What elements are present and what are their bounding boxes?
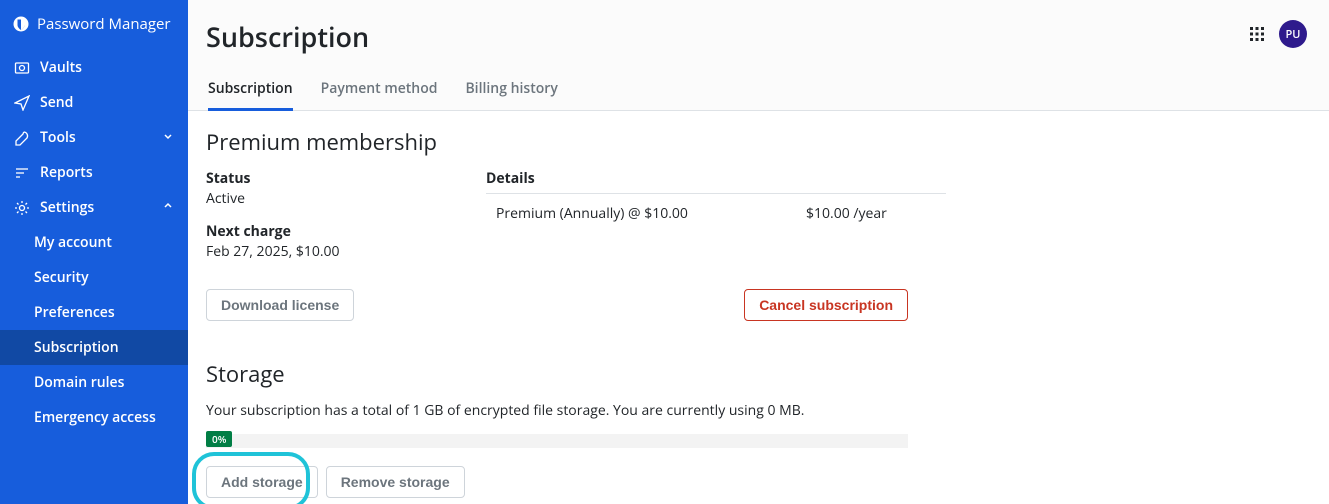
- details-row: Premium (Annually) @ $10.00 $10.00 /year: [486, 202, 946, 225]
- storage-description: Your subscription has a total of 1 GB of…: [206, 401, 1311, 420]
- details-divider: [486, 193, 946, 194]
- page-title: Subscription: [206, 18, 558, 55]
- sidebar-item-label: Emergency access: [34, 408, 156, 427]
- details-label: Details: [486, 169, 946, 189]
- app-name: Password Manager: [37, 14, 171, 34]
- sidebar-item-settings[interactable]: Settings: [0, 190, 188, 225]
- sidebar-item-label: Security: [34, 268, 89, 287]
- app-switcher-icon[interactable]: [1249, 26, 1265, 42]
- sidebar-item-label: Preferences: [34, 303, 115, 322]
- download-license-button[interactable]: Download license: [206, 289, 354, 321]
- reports-icon: [14, 165, 30, 181]
- cancel-subscription-button[interactable]: Cancel subscription: [744, 289, 908, 321]
- sidebar-item-label: Tools: [40, 128, 76, 147]
- sidebar-item-vaults[interactable]: Vaults: [0, 50, 188, 85]
- tab-billing-history[interactable]: Billing history: [465, 79, 557, 111]
- sidebar-item-label: Domain rules: [34, 373, 124, 392]
- sidebar-sub-my-account[interactable]: My account: [0, 225, 188, 260]
- tab-bar: Subscription Payment method Billing hist…: [206, 79, 558, 110]
- next-charge-value: Feb 27, 2025, $10.00: [206, 242, 446, 262]
- content-area: Premium membership Status Active Next ch…: [188, 111, 1329, 504]
- sidebar-sub-domain-rules[interactable]: Domain rules: [0, 365, 188, 400]
- tab-payment-method[interactable]: Payment method: [321, 79, 438, 111]
- sidebar-item-label: Subscription: [34, 338, 119, 357]
- wrench-icon: [14, 130, 30, 146]
- avatar[interactable]: PU: [1279, 20, 1307, 48]
- storage-progress-bar: 0%: [206, 434, 908, 448]
- main-content: Subscription Subscription Payment method…: [188, 0, 1329, 504]
- send-icon: [14, 95, 30, 111]
- sidebar-sub-security[interactable]: Security: [0, 260, 188, 295]
- sidebar-item-label: Vaults: [40, 58, 82, 77]
- app-logo-row[interactable]: Password Manager: [0, 0, 188, 50]
- shield-logo-icon: [13, 16, 29, 32]
- sidebar-item-label: Settings: [40, 198, 94, 217]
- sidebar-item-tools[interactable]: Tools: [0, 120, 188, 155]
- status-value: Active: [206, 189, 446, 209]
- detail-item: Premium (Annually) @ $10.00: [496, 204, 806, 223]
- next-charge-label: Next charge: [206, 222, 446, 242]
- chevron-up-icon: [162, 198, 174, 217]
- sidebar-item-reports[interactable]: Reports: [0, 155, 188, 190]
- chevron-down-icon: [162, 128, 174, 147]
- sidebar-item-label: My account: [34, 233, 112, 252]
- tab-subscription[interactable]: Subscription: [208, 79, 293, 111]
- sidebar-item-label: Reports: [40, 163, 93, 182]
- status-label: Status: [206, 169, 446, 189]
- header-actions: PU: [1249, 18, 1307, 48]
- sidebar-sub-subscription[interactable]: Subscription: [0, 330, 188, 365]
- sidebar-item-send[interactable]: Send: [0, 85, 188, 120]
- remove-storage-button[interactable]: Remove storage: [326, 466, 465, 498]
- detail-price: $10.00 /year: [806, 204, 946, 223]
- vault-icon: [14, 60, 30, 76]
- sidebar-item-label: Send: [40, 93, 73, 112]
- page-header: Subscription Subscription Payment method…: [188, 0, 1329, 111]
- sidebar-sub-emergency-access[interactable]: Emergency access: [0, 400, 188, 435]
- storage-section-title: Storage: [206, 359, 1311, 389]
- sidebar-sub-preferences[interactable]: Preferences: [0, 295, 188, 330]
- sidebar: Password Manager Vaults Send Tools Repor…: [0, 0, 188, 504]
- add-storage-button[interactable]: Add storage: [206, 466, 318, 498]
- gear-icon: [14, 200, 30, 216]
- membership-section-title: Premium membership: [206, 127, 1311, 157]
- storage-percent-badge: 0%: [206, 431, 232, 447]
